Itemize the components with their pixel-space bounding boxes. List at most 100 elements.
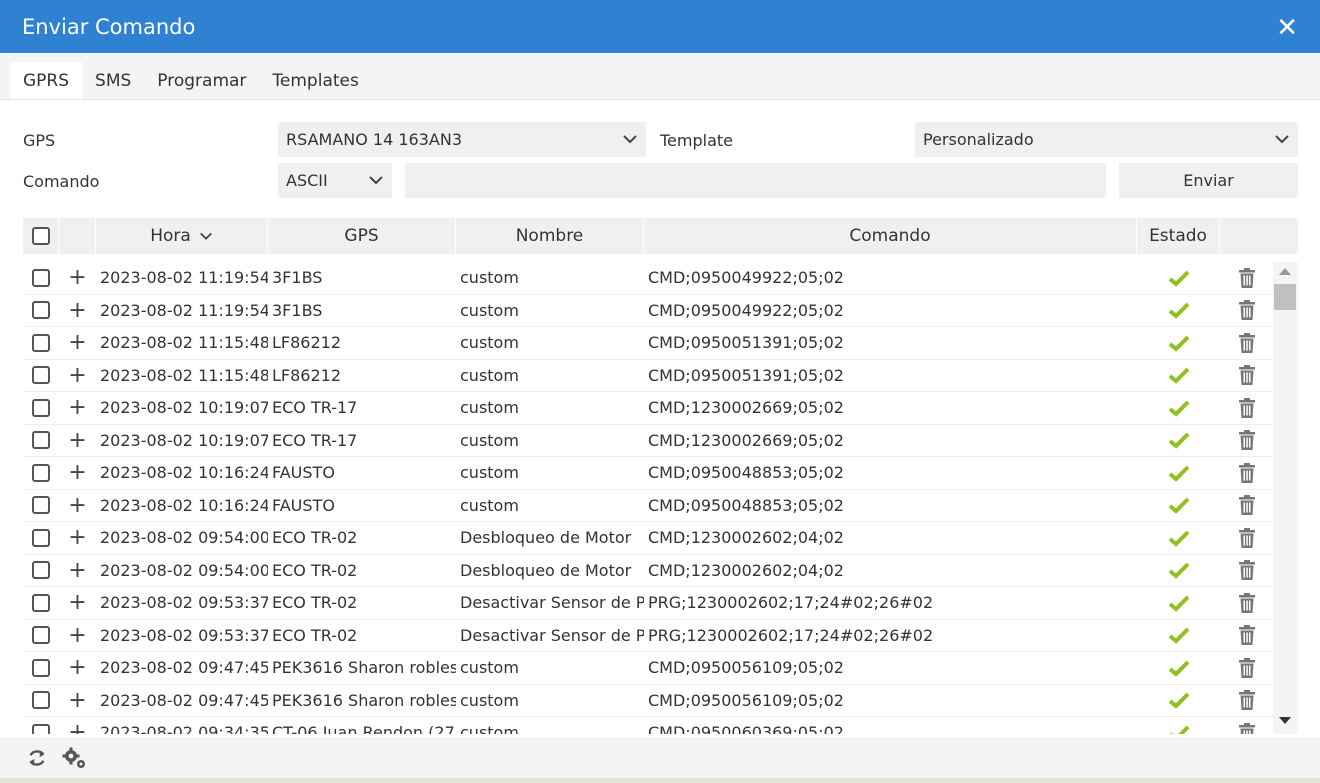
table-row[interactable]: +2023-08-02 11:15:48 LF86212 custom CMD;095… (23, 360, 1273, 392)
tab-gprs[interactable]: GPRS (10, 62, 83, 99)
refresh-icon[interactable] (26, 747, 48, 769)
check-icon (1137, 464, 1220, 482)
trash-icon[interactable] (1220, 462, 1273, 483)
plus-icon[interactable]: + (59, 395, 96, 420)
row-checkbox[interactable] (32, 333, 50, 352)
table-row[interactable]: +2023-08-02 11:15:48 LF86212 custom CMD;095… (23, 327, 1273, 360)
chevron-down-icon (623, 135, 637, 144)
scroll-thumb[interactable] (1274, 284, 1296, 310)
trash-icon[interactable] (1220, 657, 1273, 678)
close-icon[interactable]: ✕ (1276, 14, 1298, 40)
tab-programar[interactable]: Programar (144, 62, 259, 99)
plus-icon[interactable]: + (59, 363, 96, 388)
row-checkbox[interactable] (32, 658, 50, 677)
gps-select[interactable]: RSAMANO 14 163AN3 (278, 122, 646, 157)
cell-nombre: Desbloqueo de Motor (460, 560, 632, 580)
column-header-nombre[interactable]: Nombre (456, 218, 644, 254)
table-row[interactable]: +2023-08-02 09:54:00 ECO TR-02 Desbloqueo … (23, 522, 1273, 555)
trash-icon[interactable] (1220, 722, 1273, 734)
trash-icon[interactable] (1220, 397, 1273, 418)
column-header-comando[interactable]: Comando (644, 218, 1137, 254)
tab-templates[interactable]: Templates (259, 62, 371, 99)
template-select[interactable]: Personalizado (915, 122, 1298, 157)
table-row[interactable]: +2023-08-02 09:47:45 PEK3616 Sharon roble… (23, 685, 1273, 717)
plus-icon[interactable]: + (59, 655, 96, 680)
table-row[interactable]: +2023-08-02 09:54:00 ECO TR-02 Desbloqueo … (23, 555, 1273, 587)
cell-hora: 2023-08-02 11:19:54 (100, 300, 268, 320)
check-icon (1137, 626, 1220, 644)
row-checkbox[interactable] (32, 301, 50, 320)
command-input[interactable] (405, 163, 1106, 198)
plus-icon[interactable]: + (59, 330, 96, 355)
plus-icon[interactable]: + (59, 623, 96, 648)
plus-icon[interactable]: + (59, 460, 96, 485)
scrollbar[interactable] (1273, 262, 1298, 734)
cell-gps: PEK3616 Sharon robles (272, 658, 456, 678)
column-header-hora[interactable]: Hora (96, 218, 268, 254)
cell-nombre: custom (460, 398, 519, 418)
plus-icon[interactable]: + (59, 590, 96, 615)
plus-icon[interactable]: + (59, 428, 96, 453)
table-row[interactable]: +2023-08-02 09:47:45 PEK3616 Sharon roble… (23, 652, 1273, 685)
cell-gps: ECO TR-17 (272, 430, 358, 450)
plus-icon[interactable]: + (59, 720, 96, 734)
row-checkbox[interactable] (32, 431, 50, 450)
send-command-dialog: Enviar Comando ✕ GPRS SMS Programar Temp… (0, 0, 1320, 778)
cell-nombre: custom (460, 658, 519, 678)
row-checkbox[interactable] (32, 593, 50, 612)
encoding-select[interactable]: ASCII (278, 163, 392, 198)
plus-icon[interactable]: + (59, 525, 96, 550)
trash-icon[interactable] (1220, 300, 1273, 321)
row-checkbox[interactable] (32, 691, 50, 710)
plus-icon[interactable]: + (59, 265, 96, 290)
plus-icon[interactable]: + (59, 558, 96, 583)
tab-sms[interactable]: SMS (82, 62, 144, 99)
row-checkbox[interactable] (32, 398, 50, 417)
table-row[interactable]: +2023-08-02 09:34:35 CT-06 Juan Rendon (2… (23, 717, 1273, 734)
scroll-down-icon[interactable] (1279, 717, 1291, 724)
row-checkbox[interactable] (32, 626, 50, 645)
table-row[interactable]: +2023-08-02 11:19:54 3F1BS custom CMD;09500… (23, 295, 1273, 327)
select-all-checkbox[interactable] (31, 227, 50, 245)
send-button[interactable]: Enviar (1119, 163, 1298, 198)
column-header-gps[interactable]: GPS (268, 218, 456, 254)
row-checkbox[interactable] (32, 268, 50, 287)
row-checkbox[interactable] (32, 496, 50, 515)
scroll-up-icon[interactable] (1279, 268, 1291, 275)
row-checkbox[interactable] (32, 561, 50, 580)
table-row[interactable]: +2023-08-02 10:19:07 ECO TR-17 custom CMD;1… (23, 392, 1273, 425)
trash-icon[interactable] (1220, 365, 1273, 386)
row-checkbox-cell (23, 528, 59, 547)
trash-icon[interactable] (1220, 690, 1273, 711)
plus-icon[interactable]: + (59, 493, 96, 518)
row-checkbox[interactable] (32, 723, 50, 734)
table-row[interactable]: +2023-08-02 10:16:24 FAUSTO custom CMD;0950… (23, 490, 1273, 522)
trash-icon[interactable] (1220, 527, 1273, 548)
check-icon (1137, 301, 1220, 319)
table-row[interactable]: +2023-08-02 09:53:37 ECO TR-02 Desactivar … (23, 587, 1273, 620)
table-row[interactable]: +2023-08-02 10:16:24 FAUSTO custom CMD;0950… (23, 457, 1273, 490)
table-row[interactable]: +2023-08-02 10:19:07 ECO TR-17 custom CMD;1… (23, 425, 1273, 457)
trash-icon[interactable] (1220, 267, 1273, 288)
trash-icon[interactable] (1220, 332, 1273, 353)
plus-icon[interactable]: + (59, 688, 96, 713)
row-checkbox[interactable] (32, 528, 50, 547)
table-row[interactable]: +2023-08-02 09:53:37 ECO TR-02 Desactivar … (23, 620, 1273, 652)
row-checkbox[interactable] (32, 366, 50, 385)
column-header-estado[interactable]: Estado (1137, 218, 1220, 254)
row-checkbox[interactable] (32, 463, 50, 482)
trash-icon[interactable] (1220, 560, 1273, 581)
trash-icon[interactable] (1220, 625, 1273, 646)
check-icon (1137, 659, 1220, 677)
trash-icon[interactable] (1220, 430, 1273, 451)
actions-header (1220, 218, 1298, 254)
trash-icon[interactable] (1220, 495, 1273, 516)
cell-comando: PRG;1230002602;17;24#02;26#02 (648, 593, 934, 613)
title-bar: Enviar Comando ✕ (0, 0, 1320, 53)
row-checkbox-cell (23, 398, 59, 417)
gears-icon[interactable] (62, 746, 88, 770)
check-icon (1137, 431, 1220, 449)
table-row[interactable]: +2023-08-02 11:19:54 3F1BS custom CMD;09500… (23, 262, 1273, 295)
plus-icon[interactable]: + (59, 298, 96, 323)
trash-icon[interactable] (1220, 592, 1273, 613)
